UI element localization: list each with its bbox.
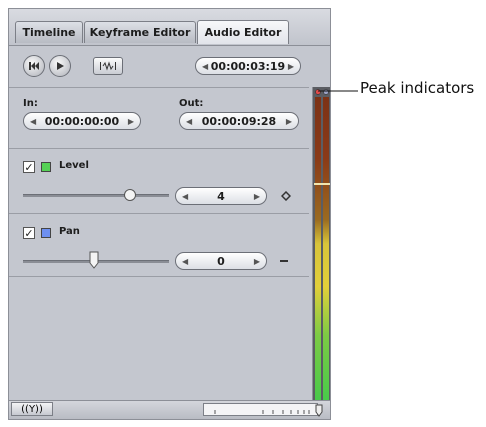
- level-slider-track[interactable]: [23, 194, 169, 197]
- level-section: ✓ Level ◀ 4 ▶: [9, 149, 309, 213]
- tab-keyframe-editor[interactable]: Keyframe Editor: [84, 21, 196, 43]
- right-arrow-icon[interactable]: ▶: [286, 117, 292, 126]
- left-arrow-icon[interactable]: ◀: [182, 257, 188, 266]
- left-arrow-icon[interactable]: ◀: [182, 192, 188, 201]
- pan-value: 0: [217, 254, 225, 268]
- peak-indicators-callout: Peak indicators: [360, 79, 475, 97]
- audio-scrub-button[interactable]: [93, 57, 123, 75]
- play-icon: [57, 62, 64, 70]
- tab-label: Keyframe Editor: [89, 26, 191, 39]
- level-value-field[interactable]: ◀ 4 ▶: [175, 187, 267, 205]
- peak-hold-line: [314, 183, 330, 185]
- callout-line: [318, 90, 358, 92]
- audio-level-meter: [312, 87, 330, 407]
- divider: [9, 276, 309, 277]
- pan-value-field[interactable]: ◀ 0 ▶: [175, 252, 267, 270]
- pan-color-swatch: [41, 228, 51, 238]
- zoom-slider[interactable]: [203, 403, 327, 417]
- out-point-field[interactable]: ◀ 00:00:09:28 ▶: [179, 112, 299, 130]
- tab-timeline[interactable]: Timeline: [15, 21, 83, 43]
- in-out-section: In: ◀ 00:00:00:00 ▶ Out: ◀ 00:00:09:28 ▶: [9, 88, 309, 148]
- in-point-value: 00:00:00:00: [44, 114, 120, 128]
- rewind-icon: [29, 62, 39, 70]
- right-channel-bar: [323, 97, 329, 403]
- tab-bar: Timeline Keyframe Editor Audio Editor: [9, 9, 330, 46]
- level-label: Level: [59, 160, 89, 171]
- waveform-icon: [100, 61, 116, 71]
- current-timecode-field[interactable]: ◀ 00:00:03:19 ▶: [195, 57, 301, 75]
- pan-reset-dash-icon[interactable]: [280, 260, 288, 262]
- right-arrow-icon[interactable]: ▶: [254, 192, 260, 201]
- tab-audio-editor[interactable]: Audio Editor: [197, 20, 289, 44]
- antenna-icon: ((Y)): [21, 403, 43, 415]
- left-channel-bar: [315, 97, 321, 403]
- right-arrow-icon[interactable]: ▶: [254, 257, 260, 266]
- in-point-field[interactable]: ◀ 00:00:00:00 ▶: [23, 112, 141, 130]
- in-label: In:: [23, 98, 38, 109]
- play-button[interactable]: [49, 55, 71, 77]
- out-label: Out:: [179, 98, 204, 109]
- pan-label: Pan: [59, 226, 80, 237]
- pan-slider-knob[interactable]: [88, 251, 100, 269]
- pan-checkbox[interactable]: ✓: [23, 227, 35, 239]
- level-checkbox[interactable]: ✓: [23, 161, 35, 173]
- footer-bar: ((Y)): [9, 400, 330, 419]
- level-value: 4: [217, 189, 225, 203]
- right-arrow-icon[interactable]: ▶: [288, 62, 294, 71]
- left-arrow-icon[interactable]: ◀: [186, 117, 192, 126]
- audio-editor-panel: Timeline Keyframe Editor Audio Editor ◀ …: [8, 8, 331, 420]
- go-to-start-button[interactable]: [23, 55, 45, 77]
- right-arrow-icon[interactable]: ▶: [128, 117, 134, 126]
- left-arrow-icon[interactable]: ◀: [30, 117, 36, 126]
- level-slider-knob[interactable]: [123, 188, 137, 202]
- keyframe-diamond-icon[interactable]: [281, 191, 291, 201]
- tab-label: Audio Editor: [204, 26, 282, 39]
- out-point-value: 00:00:09:28: [201, 114, 277, 128]
- timecode-value: 00:00:03:19: [210, 59, 286, 73]
- transport-section: ◀ 00:00:03:19 ▶: [9, 45, 309, 87]
- tab-label: Timeline: [22, 26, 76, 39]
- pan-section: ✓ Pan ◀ 0 ▶: [9, 214, 309, 276]
- left-arrow-icon[interactable]: ◀: [202, 62, 208, 71]
- audio-source-button[interactable]: ((Y)): [11, 402, 53, 416]
- level-color-swatch: [41, 162, 51, 172]
